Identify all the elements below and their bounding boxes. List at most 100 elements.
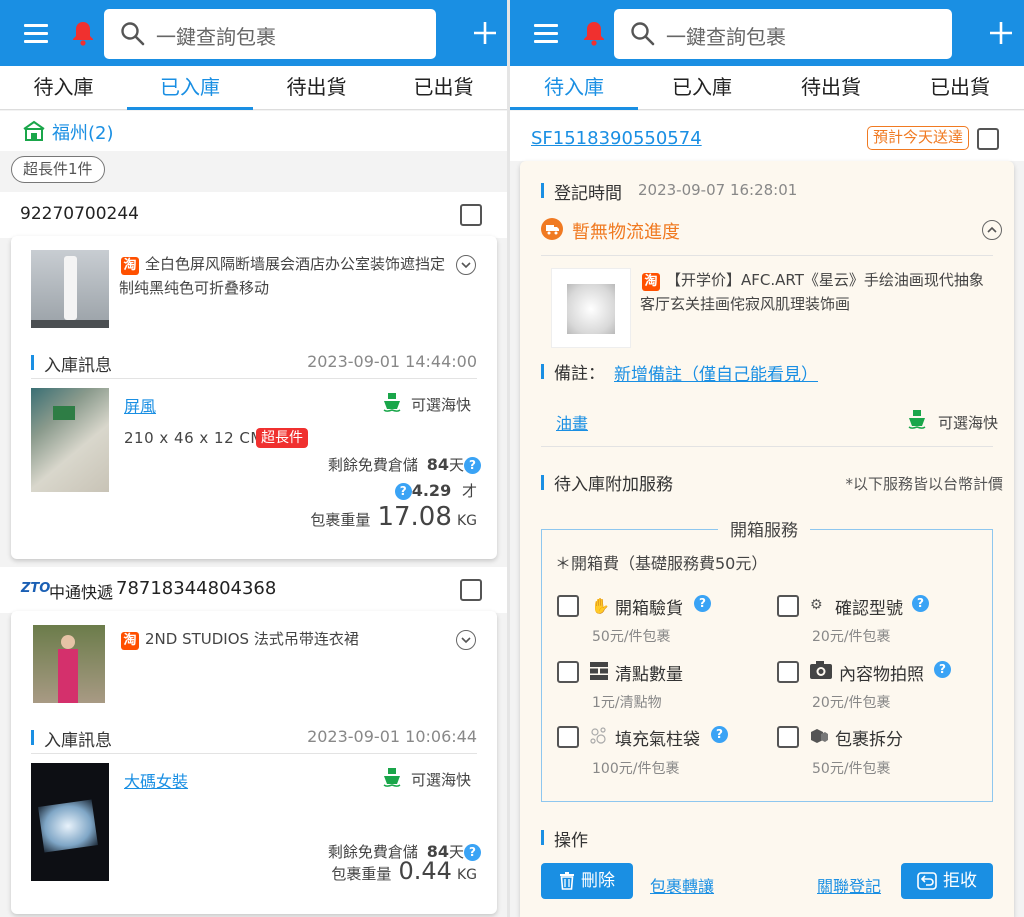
tab-shipped[interactable]: 已出貨: [380, 66, 507, 110]
add-note-link[interactable]: 新增備註（僅自己能看見）: [614, 360, 818, 385]
package-checkbox[interactable]: [460, 204, 482, 226]
tab-shipped[interactable]: 已出貨: [896, 66, 1024, 110]
camera-icon: [810, 661, 832, 679]
tracking-link[interactable]: SF1518390550574: [531, 128, 702, 149]
volume-value: 4.29: [411, 481, 452, 500]
operations-title: 操作: [554, 831, 588, 851]
package-header: 92270700244: [0, 192, 507, 238]
service-price: 20元/件包裹: [812, 629, 891, 645]
service-checkbox[interactable]: [557, 726, 579, 748]
service-name: 填充氣柱袋: [615, 730, 700, 750]
tracking-number: 78718344804368: [116, 578, 277, 599]
tab-pending-shipment[interactable]: 待出貨: [766, 66, 896, 110]
logistics-status: 暫無物流進度: [572, 222, 680, 243]
note-label: 備註：: [554, 364, 605, 384]
weight-label: 包裹重量: [331, 865, 392, 883]
service-checkbox[interactable]: [777, 661, 799, 683]
help-icon[interactable]: ?: [711, 726, 728, 743]
search-input[interactable]: 一鍵查詢包裹: [104, 9, 436, 59]
notification-bell-icon[interactable]: [71, 20, 95, 46]
service-price: 50元/件包裹: [592, 629, 671, 645]
product-title[interactable]: 【开学价】AFC.ART《星云》手绘油画现代抽象客厅玄关挂画侘寂风肌理装饰画: [640, 268, 992, 316]
ship-icon: [908, 410, 926, 429]
weight-unit: KG: [456, 513, 477, 529]
item-photo: [31, 388, 109, 492]
search-icon: [121, 22, 145, 46]
help-icon[interactable]: ?: [934, 661, 951, 678]
expand-icon[interactable]: [456, 630, 476, 650]
storage-date: 2023-09-01 14:44:00: [307, 352, 477, 371]
weight-row: 包裹重量 17.08 KG: [310, 502, 477, 532]
volume-unit: 才: [461, 482, 477, 500]
service-name: 開箱驗貨: [615, 599, 683, 619]
product-thumbnail: [551, 268, 631, 348]
service-checkbox[interactable]: [557, 661, 579, 683]
service-checkbox[interactable]: [777, 595, 799, 617]
count-grid-icon: [590, 662, 608, 680]
service-checkbox[interactable]: [777, 726, 799, 748]
item-name-link[interactable]: 大碼女裝: [124, 768, 188, 792]
service-checkbox[interactable]: [557, 595, 579, 617]
menu-icon[interactable]: [24, 24, 48, 44]
item-name-link[interactable]: 屏風: [124, 393, 156, 417]
weight-value: 0.44: [398, 857, 452, 885]
section-marker: [31, 355, 34, 370]
left-screen: 一鍵查詢包裹 待入庫 已入庫 待出貨 已出貨 福州(2) 超長件1件 92270…: [0, 0, 507, 917]
help-icon[interactable]: ?: [912, 595, 929, 612]
divider: [31, 753, 477, 754]
category-link[interactable]: 油畫: [556, 410, 588, 434]
reject-label: 拒收: [943, 871, 977, 891]
shipping-option: 可選海快: [411, 396, 472, 414]
reject-button[interactable]: 拒收: [901, 863, 993, 899]
truck-icon: [541, 218, 563, 240]
warehouse-location[interactable]: 福州(2): [52, 119, 114, 145]
right-screen: 一鍵查詢包裹 待入庫 已入庫 待出貨 已出貨 SF1518390550574 預…: [510, 0, 1024, 917]
tab-pending-storage[interactable]: 待入庫: [510, 66, 638, 110]
add-icon[interactable]: [988, 20, 1014, 46]
tab-pending-shipment[interactable]: 待出貨: [253, 66, 380, 110]
menu-icon[interactable]: [534, 24, 558, 44]
collapse-icon[interactable]: [982, 220, 1002, 240]
ship-icon: [383, 393, 401, 412]
help-icon[interactable]: ?: [694, 595, 711, 612]
package-dimensions: 210 x 46 x 12 CM: [124, 429, 264, 447]
tab-stored[interactable]: 已入庫: [638, 66, 766, 110]
package-detail-card: 登記時間 2023-09-07 16:28:01 暫無物流進度 淘 【开学价】A…: [520, 161, 1014, 917]
weight-unit: KG: [456, 867, 477, 883]
eta-badge: 預計今天送達: [867, 126, 970, 150]
product-title[interactable]: 2ND STUDIOS 法式吊带连衣裙: [119, 627, 449, 651]
status-tabs: 待入庫 已入庫 待出貨 已出貨: [510, 66, 1024, 110]
transfer-link[interactable]: 包裹轉讓: [650, 873, 714, 897]
search-placeholder: 一鍵查詢包裹: [156, 25, 276, 49]
product-title[interactable]: 全白色屏风隔断墙展会酒店办公室装饰遮挡定制纯黑纯色可折叠移动: [119, 252, 449, 300]
shipping-option: 可選海快: [938, 414, 999, 432]
service-price: 20元/件包裹: [812, 695, 891, 711]
product-thumbnail: [33, 625, 105, 703]
delete-button[interactable]: 刪除: [541, 863, 633, 899]
add-icon[interactable]: [472, 20, 498, 46]
search-placeholder: 一鍵查詢包裹: [666, 25, 786, 49]
free-storage-label: 剩餘免費倉儲: [327, 456, 418, 474]
link-register-link[interactable]: 關聯登記: [817, 873, 881, 897]
addon-section-title: 待入庫附加服務: [554, 475, 673, 495]
return-icon: [917, 872, 937, 890]
package-header: ZTO 中通快遞 78718344804368: [0, 567, 507, 613]
top-bar: 一鍵查詢包裹: [0, 0, 507, 66]
filter-chip-oversize[interactable]: 超長件1件: [11, 156, 105, 183]
service-name: 包裹拆分: [835, 730, 903, 750]
help-icon[interactable]: ?: [394, 483, 412, 500]
volume-row: ? 4.29 才: [394, 480, 477, 501]
package-checkbox[interactable]: [977, 128, 999, 150]
service-name: 內容物拍照: [839, 665, 924, 685]
air-bubble-icon: [590, 727, 606, 744]
service-name: 清點數量: [615, 665, 683, 685]
notification-bell-icon[interactable]: [582, 20, 606, 46]
tab-stored[interactable]: 已入庫: [127, 66, 253, 110]
tab-pending-storage[interactable]: 待入庫: [0, 66, 127, 110]
product-thumbnail: [31, 250, 109, 328]
trash-icon: [560, 872, 574, 890]
package-checkbox[interactable]: [460, 579, 482, 601]
search-input[interactable]: 一鍵查詢包裹: [614, 9, 952, 59]
help-icon[interactable]: ?: [464, 457, 481, 474]
expand-icon[interactable]: [456, 255, 476, 275]
